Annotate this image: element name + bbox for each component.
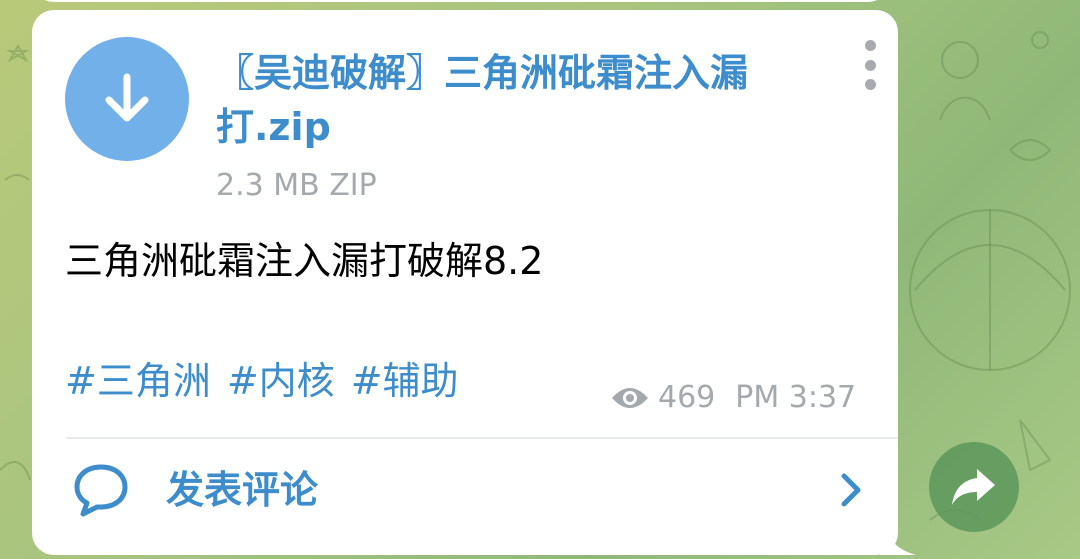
download-arrow-icon [105, 73, 149, 122]
hashtag-link[interactable]: #内核 [227, 356, 335, 406]
hashtag-list: #三角洲 #内核 #辅助 [65, 356, 459, 406]
more-vertical-icon[interactable] [856, 40, 884, 90]
share-button[interactable] [929, 442, 1019, 532]
file-size-type: 2.3 MB ZIP [216, 168, 377, 203]
chevron-right-icon [841, 473, 861, 507]
speech-bubble-icon [74, 464, 128, 517]
hashtag-link[interactable]: #辅助 [351, 356, 459, 406]
divider [66, 437, 898, 439]
message-meta: 469 PM 3:37 [610, 378, 856, 418]
comments-label: 发表评论 [166, 468, 319, 512]
eye-icon [612, 388, 648, 408]
comments-button[interactable]: 发表评论 [66, 440, 866, 540]
previous-message-bubble [32, 0, 890, 2]
share-arrow-icon [952, 469, 995, 505]
message-text: 三角洲砒霜注入漏打破解8.2 [65, 239, 544, 283]
hashtag-link[interactable]: #三角洲 [65, 356, 211, 406]
file-name[interactable]: 〖吴迪破解〗三角洲砒霜注入漏打.zip [216, 46, 826, 154]
bubble-tail [880, 515, 916, 555]
view-count: 469 [658, 380, 716, 415]
download-button[interactable] [65, 37, 189, 161]
message-time: PM 3:37 [735, 380, 857, 415]
